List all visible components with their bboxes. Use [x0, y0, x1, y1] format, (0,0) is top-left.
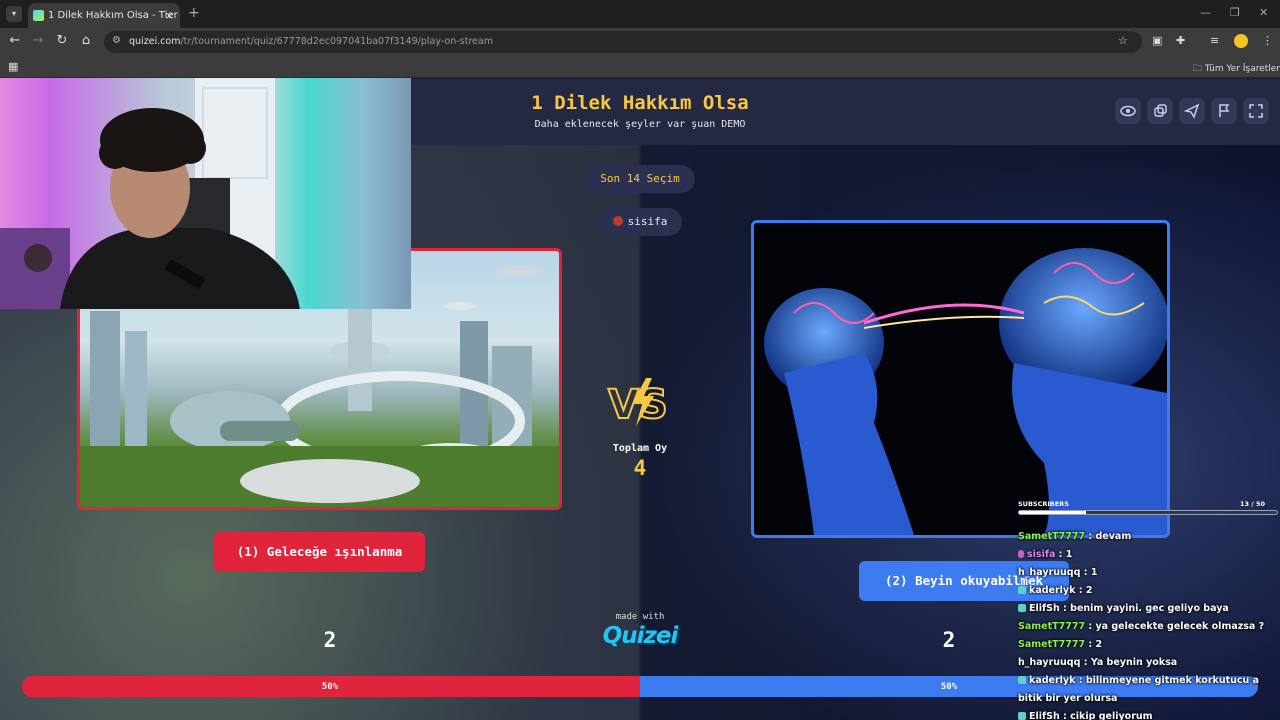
chat-text: : 2 — [1085, 639, 1103, 650]
chat-username: sisifa — [1027, 549, 1056, 560]
vs-lightning-icon: VS — [607, 378, 669, 429]
eye-button[interactable] — [1115, 98, 1141, 124]
subscribers-label: SUBSCRIBERS — [1018, 500, 1069, 508]
bookmarks-bar — [0, 56, 1280, 78]
page-subtitle: Daha eklenecek şeyler var şuan DEMO — [534, 119, 746, 130]
option-1-votes: 2 — [323, 628, 337, 652]
link-button[interactable] — [1147, 98, 1173, 124]
chat-text: : devam — [1085, 531, 1132, 542]
chat-text: : Ya beynin yoksa — [1080, 657, 1178, 668]
option-2-image[interactable] — [751, 220, 1170, 538]
chat-message: sisifa : 1 — [1018, 546, 1278, 564]
chat-text: : 1 — [1080, 567, 1098, 578]
share-button[interactable] — [1179, 98, 1205, 124]
chat-username: h_hayruuqq — [1018, 657, 1081, 668]
report-button[interactable] — [1211, 98, 1237, 124]
user-avatar-icon — [612, 216, 623, 226]
option-1-button[interactable]: (1) Geleceğe ışınlanma — [214, 532, 425, 572]
back-icon[interactable]: ← — [6, 33, 24, 48]
bookmark-star-icon[interactable]: ☆ — [1118, 34, 1128, 47]
chat-username: SametT7777 — [1018, 639, 1086, 650]
option-1-percent: 50% — [321, 682, 339, 692]
chat-message: kaderlyk : bilinmeyene gitmek korkutucu … — [1018, 672, 1278, 708]
flag-icon — [1219, 104, 1230, 117]
eye-icon — [1120, 105, 1136, 117]
chat-message: h_hayruuqq : 1 — [1018, 564, 1278, 582]
fullscreen-icon — [1249, 104, 1263, 118]
page-title: 1 Dilek Hakkım Olsa — [531, 92, 749, 114]
chat-username: SametT7777 — [1018, 621, 1086, 632]
reload-icon[interactable]: ↻ — [53, 33, 71, 48]
chat-message: SametT7777 : 2 — [1018, 636, 1278, 654]
chat-badge-icon — [1018, 604, 1026, 612]
maximize-icon[interactable]: ❐ — [1230, 6, 1240, 19]
chat-username: kaderlyk — [1029, 675, 1076, 686]
tab-close-icon[interactable]: × — [165, 3, 174, 28]
streamer-webcam — [0, 78, 411, 309]
chat-text: : ya gelecekte gelecek olmazsa ? — [1085, 621, 1265, 632]
chat-username: ElifSh — [1029, 603, 1060, 614]
chat-badge-icon — [1018, 586, 1026, 594]
subscribers-progress-fill — [1019, 511, 1086, 514]
chat-overlay: SametT7777 : devam sisifa : 1 h_hayruuqq :… — [1018, 528, 1278, 720]
chat-username: kaderlyk — [1029, 585, 1076, 596]
site-info-icon[interactable]: ⚙ — [112, 35, 121, 46]
chat-message: SametT7777 : devam — [1018, 528, 1278, 546]
streamer-video-feed — [0, 78, 300, 309]
menu-icon[interactable]: ⋮ — [1262, 34, 1273, 47]
window-close-icon[interactable]: ✕ — [1259, 6, 1268, 19]
profile-avatar[interactable] — [1234, 34, 1248, 48]
option-2-percent: 50% — [940, 682, 958, 692]
brain-connection-image — [764, 248, 1167, 535]
subscribers-count: 13 / 50 — [1240, 500, 1265, 508]
total-votes-value: 4 — [633, 456, 647, 480]
all-bookmarks-folder[interactable]: 🗀 Tüm Yer İşaretleri — [1193, 61, 1280, 77]
total-votes-label: Toplam Oy — [612, 443, 668, 454]
option-2-votes: 2 — [942, 628, 956, 652]
chat-message: ElifSh : cikip geliyorum — [1018, 708, 1278, 720]
chat-badge-icon — [1018, 712, 1026, 720]
chat-message: SametT7777 : ya gelecekte gelecek olmazs… — [1018, 618, 1278, 636]
chat-badge-icon — [1018, 550, 1024, 558]
link-icon — [1154, 104, 1167, 117]
minimize-icon[interactable]: — — [1200, 6, 1211, 19]
chat-text: : 1 — [1055, 549, 1073, 560]
subscribers-progress — [1018, 510, 1278, 515]
chat-username: SametT7777 — [1018, 531, 1086, 542]
chat-text: : benim yayini. gec geliyo baya — [1059, 603, 1229, 614]
url-text[interactable]: quizei.com/tr/tournament/quiz/67778d2ec0… — [129, 36, 493, 47]
forward-icon[interactable]: → — [29, 33, 47, 48]
quizei-logo[interactable]: Quizei — [590, 623, 690, 649]
tab-title: 1 Dilek Hakkım Olsa - Tier List, ... — [48, 10, 180, 21]
chat-username: h_hayruuqq — [1018, 567, 1081, 578]
last-choices-pill[interactable]: Son 14 Seçim — [585, 165, 695, 193]
translate-icon[interactable]: ▣ — [1152, 34, 1162, 47]
chat-message: h_hayruuqq : Ya beynin yoksa — [1018, 654, 1278, 672]
browser-tab[interactable]: 1 Dilek Hakkım Olsa - Tier List, ... × — [28, 3, 180, 28]
chat-username: ElifSh — [1029, 711, 1060, 720]
favicon-icon — [33, 10, 44, 21]
made-with-label: made with — [615, 612, 665, 622]
vs-badge: VS — [606, 372, 674, 432]
user-pill: sisifa — [598, 208, 682, 236]
tab-search-icon[interactable]: ▾ — [6, 6, 22, 22]
send-icon — [1183, 103, 1200, 119]
chat-text: : 2 — [1075, 585, 1093, 596]
media-queue-icon[interactable]: ≡ — [1210, 34, 1219, 47]
home-icon[interactable]: ⌂ — [77, 33, 95, 48]
chat-text: : cikip geliyorum — [1059, 711, 1153, 720]
chat-message: ElifSh : benim yayini. gec geliyo baya — [1018, 600, 1278, 618]
chat-message: kaderlyk : 2 — [1018, 582, 1278, 600]
fullscreen-button[interactable] — [1243, 98, 1269, 124]
new-tab-button[interactable]: + — [188, 5, 200, 21]
apps-grid-icon[interactable]: ▦ — [8, 60, 18, 73]
chat-badge-icon — [1018, 676, 1026, 684]
extensions-icon[interactable]: ✚ — [1176, 34, 1185, 47]
